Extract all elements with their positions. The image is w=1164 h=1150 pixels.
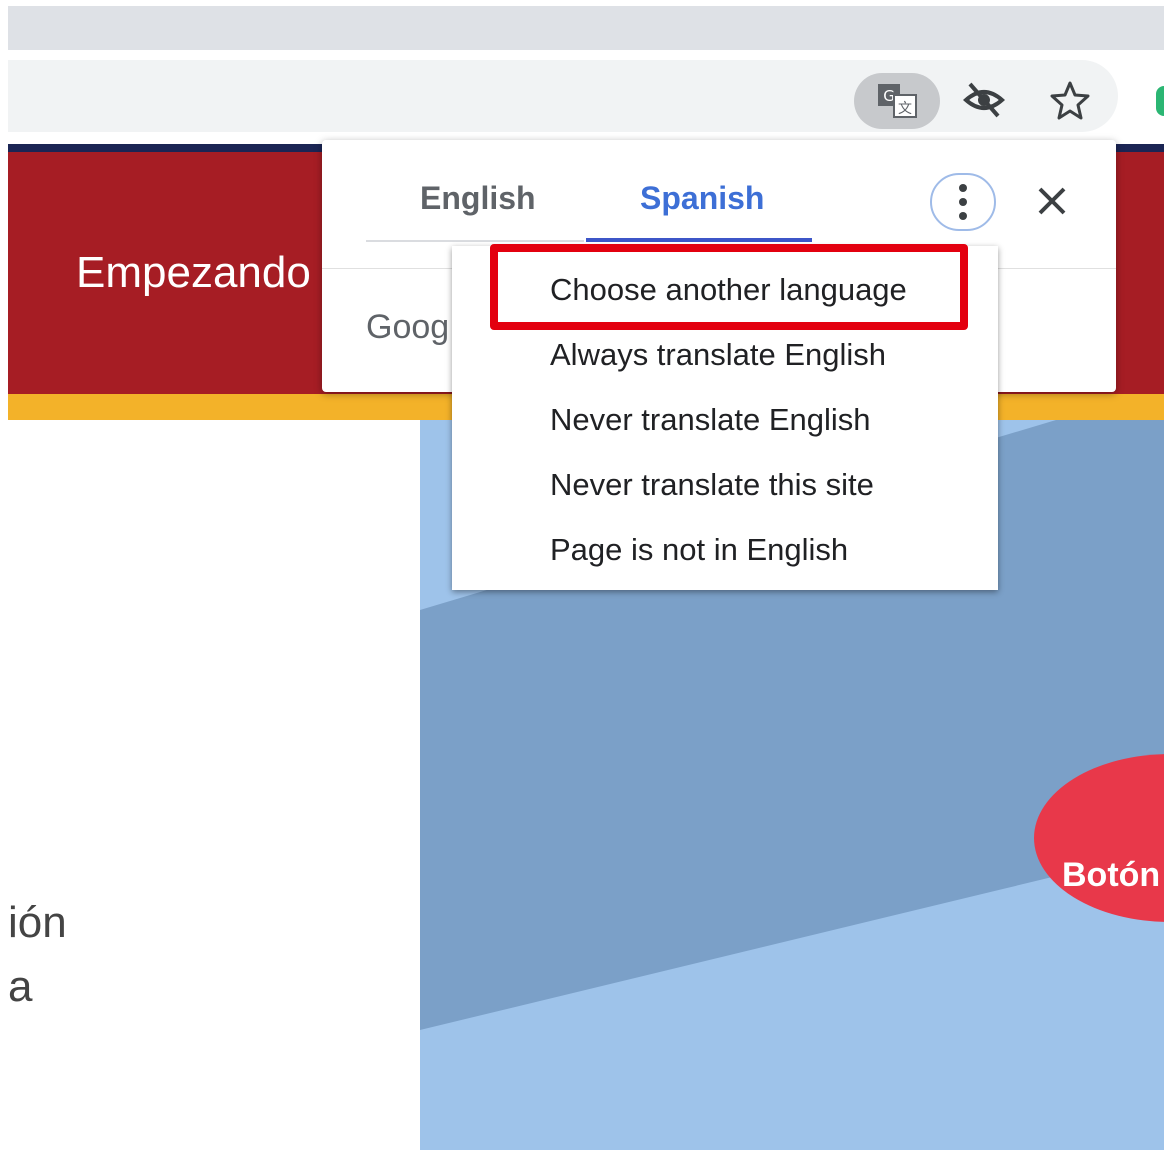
translate-page-button[interactable]: G 文 [854, 73, 940, 129]
close-icon [1038, 187, 1066, 215]
bubble-google-text: Goog [366, 308, 450, 346]
menu-item-page-not-in-language[interactable]: Page is not in English [452, 520, 998, 580]
body-text-fragment: ión [8, 898, 67, 947]
bookmark-star-button[interactable] [1044, 74, 1096, 126]
header-title: Empezando [76, 248, 311, 297]
browser-tab-strip [8, 6, 1164, 50]
profile-avatar[interactable] [1156, 86, 1164, 116]
address-bar[interactable] [8, 60, 1118, 132]
svg-text:文: 文 [898, 101, 912, 117]
menu-item-never-translate-site[interactable]: Never translate this site [452, 455, 998, 515]
menu-item-always-translate[interactable]: Always translate English [452, 325, 998, 385]
selected-tab-indicator [586, 238, 812, 242]
menu-item-choose-another-language[interactable]: Choose another language [452, 260, 998, 320]
translate-options-menu: Choose another language Always translate… [452, 246, 998, 590]
tabs-divider [366, 240, 584, 242]
body-text-fragment: a [8, 962, 33, 1011]
hero-button-label[interactable]: Botón [1062, 856, 1160, 895]
eye-off-icon [962, 82, 1006, 118]
tab-spanish[interactable]: Spanish [640, 180, 764, 217]
menu-item-never-translate-language[interactable]: Never translate English [452, 390, 998, 450]
star-icon [1050, 81, 1090, 120]
more-options-button[interactable] [930, 173, 996, 231]
more-vert-icon [959, 184, 967, 220]
eye-off-button[interactable] [958, 74, 1010, 126]
tab-english[interactable]: English [420, 180, 536, 217]
translate-icon: G 文 [878, 84, 917, 118]
close-bubble-button[interactable] [1028, 176, 1076, 226]
